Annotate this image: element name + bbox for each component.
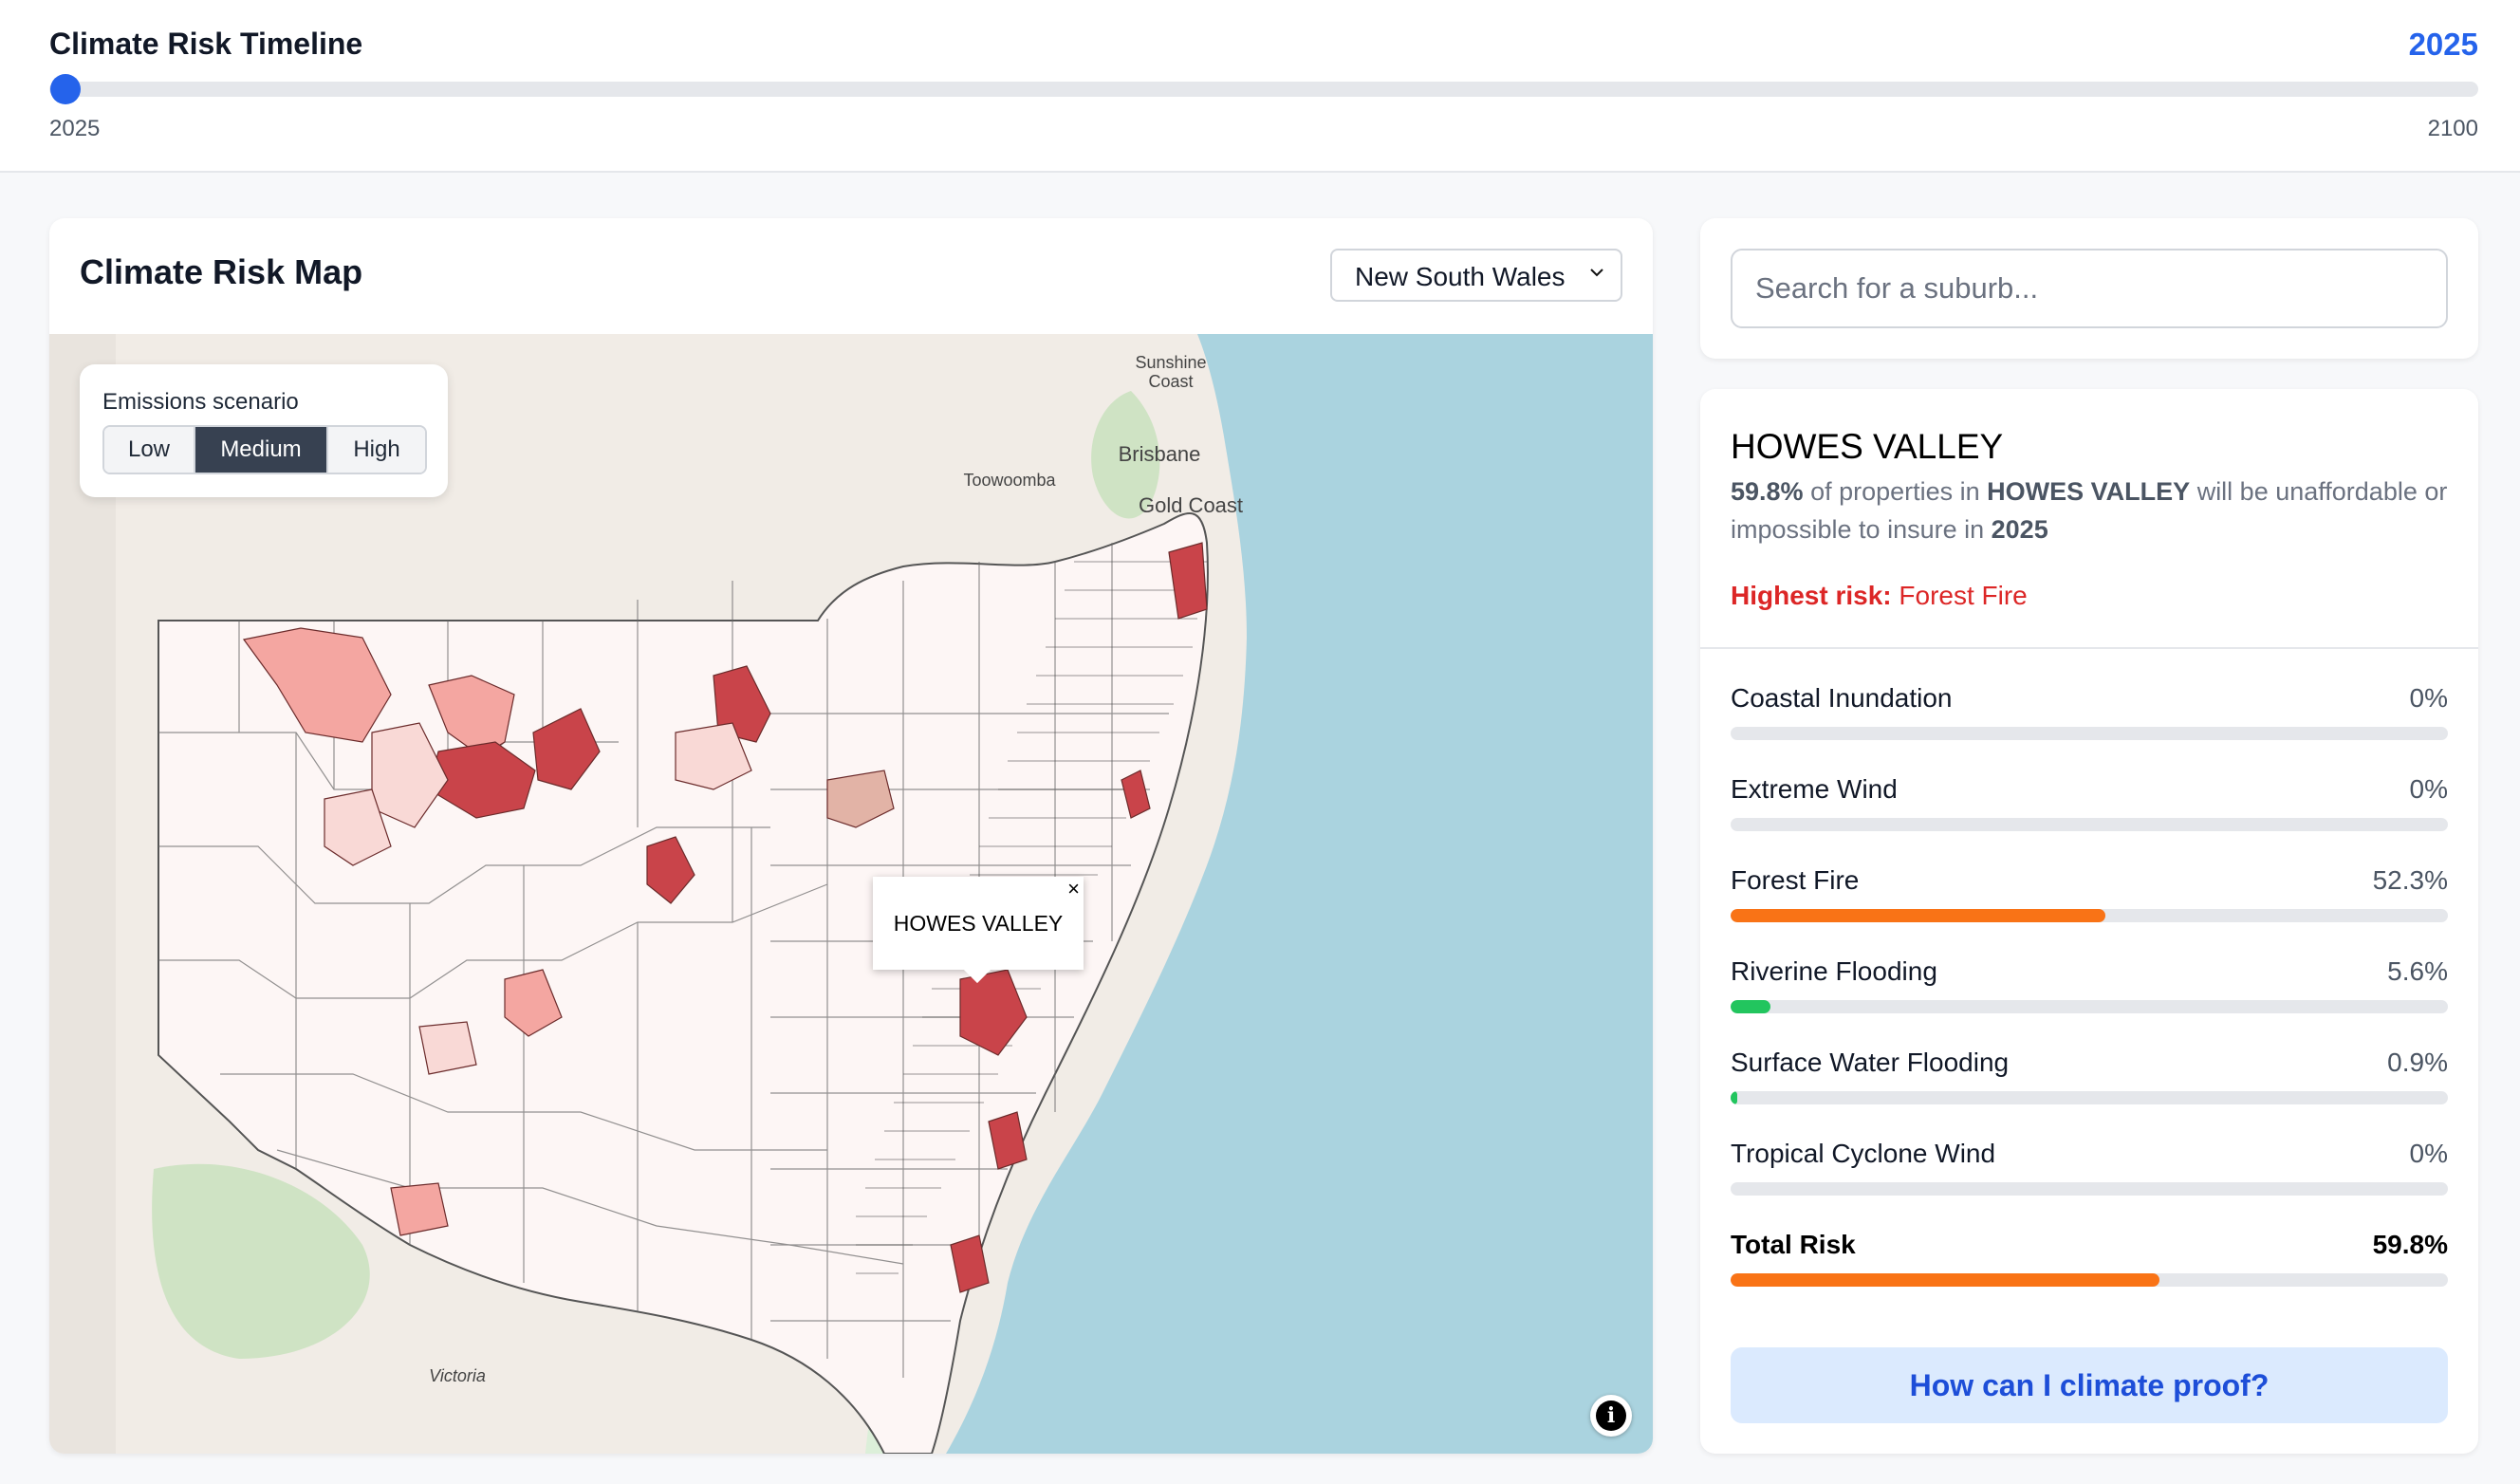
risk-row: Forest Fire 52.3% bbox=[1731, 865, 2448, 932]
suburb-detail-card: HOWES VALLEY 59.8% of properties in HOWE… bbox=[1700, 389, 2478, 1454]
inland-dry-region bbox=[49, 334, 116, 1454]
year-slider-thumb[interactable] bbox=[50, 74, 81, 104]
suburb-popup: HOWES VALLEY × bbox=[873, 877, 1084, 984]
climate-proof-button[interactable]: How can I climate proof? bbox=[1731, 1347, 2448, 1423]
risk-row: Extreme Wind 0% bbox=[1731, 774, 2448, 841]
search-card bbox=[1700, 218, 2478, 359]
risk-pct: 0% bbox=[2409, 1139, 2448, 1168]
emissions-low-button[interactable]: Low bbox=[104, 427, 195, 473]
risk-name: Forest Fire bbox=[1731, 865, 1860, 895]
risk-row: Riverine Flooding 5.6% bbox=[1731, 956, 2448, 1023]
risk-row: Tropical Cyclone Wind 0% bbox=[1731, 1139, 2448, 1205]
risk-bar-fill bbox=[1731, 909, 2106, 922]
summary-text-1: of properties in bbox=[1803, 477, 1988, 506]
slider-min-label: 2025 bbox=[49, 116, 101, 141]
total-risk-pct: 59.8% bbox=[2372, 1230, 2448, 1259]
total-risk-label: Total Risk bbox=[1731, 1230, 1856, 1259]
highest-risk: Highest risk: Forest Fire bbox=[1731, 581, 2028, 611]
popup-close-icon[interactable]: × bbox=[1067, 879, 1080, 900]
popup-suburb-name: HOWES VALLEY bbox=[893, 910, 1064, 936]
emissions-scenario-control: Emissions scenario Low Medium High bbox=[80, 364, 448, 497]
risk-row: Coastal Inundation 0% bbox=[1731, 683, 2448, 750]
place-label-coast: Coast bbox=[1148, 372, 1193, 391]
risk-bar-track bbox=[1731, 1000, 2448, 1013]
risk-bar-track bbox=[1731, 818, 2448, 831]
risk-name: Tropical Cyclone Wind bbox=[1731, 1139, 1996, 1168]
place-label-victoria: Victoria bbox=[429, 1366, 486, 1385]
emissions-medium-button[interactable]: Medium bbox=[195, 427, 328, 473]
risk-bar-fill bbox=[1731, 1000, 1771, 1013]
place-label-sunshine: Sunshine bbox=[1135, 353, 1206, 372]
total-risk-bar-track bbox=[1731, 1273, 2448, 1287]
risk-pct: 0% bbox=[2409, 683, 2448, 713]
map-title: Climate Risk Map bbox=[80, 252, 363, 291]
suburb-search-input[interactable] bbox=[1731, 249, 2448, 328]
summary-pct: 59.8% bbox=[1731, 477, 1804, 506]
place-label-brisbane: Brisbane bbox=[1119, 442, 1201, 466]
timeline-current-year: 2025 bbox=[2408, 27, 2478, 62]
emissions-high-button[interactable]: High bbox=[328, 427, 425, 473]
timeline-panel: Climate Risk Timeline 2025 2025 2100 bbox=[0, 0, 2520, 173]
map-canvas: Sunshine Coast Brisbane Gold Coast Toowo… bbox=[49, 334, 1653, 1454]
total-risk-bar-fill bbox=[1731, 1273, 2160, 1287]
summary-suburb: HOWES VALLEY bbox=[1987, 477, 2191, 506]
risk-bar-fill bbox=[1731, 1091, 1737, 1104]
slider-max-label: 2100 bbox=[2427, 116, 2478, 141]
risk-name: Riverine Flooding bbox=[1731, 956, 1937, 986]
place-label-gold-coast: Gold Coast bbox=[1139, 493, 1243, 517]
suburb-title: HOWES VALLEY bbox=[1731, 427, 2004, 466]
map-info-button[interactable]: i bbox=[1590, 1395, 1632, 1437]
highest-risk-value: Forest Fire bbox=[1899, 581, 2028, 610]
risk-name: Surface Water Flooding bbox=[1731, 1048, 2010, 1077]
year-slider-track[interactable] bbox=[49, 82, 2478, 97]
emissions-scenario-label: Emissions scenario bbox=[102, 389, 299, 415]
divider bbox=[1700, 647, 2478, 649]
risk-area-mid bbox=[390, 1182, 449, 1236]
risk-pct: 52.3% bbox=[2372, 865, 2448, 895]
risk-bar-track bbox=[1731, 909, 2448, 922]
risk-map[interactable]: Sunshine Coast Brisbane Gold Coast Toowo… bbox=[49, 334, 1653, 1454]
risk-summary: 59.8% of properties in HOWES VALLEY will… bbox=[1731, 473, 2452, 548]
risk-area-mid bbox=[418, 1021, 477, 1075]
place-label-toowoomba: Toowoomba bbox=[963, 471, 1056, 490]
state-select[interactable]: New South Wales bbox=[1330, 249, 1622, 302]
state-select-value: New South Wales bbox=[1355, 262, 1566, 291]
risk-pct: 0% bbox=[2409, 774, 2448, 804]
emissions-toggle-group: Low Medium High bbox=[102, 425, 427, 474]
climate-risk-map-card: Climate Risk Map New South Wales Sunshin… bbox=[49, 218, 1653, 1454]
risk-name: Extreme Wind bbox=[1731, 774, 1898, 804]
chevron-down-icon bbox=[1590, 269, 1603, 277]
risk-bar-track bbox=[1731, 1091, 2448, 1104]
info-icon: i bbox=[1596, 1401, 1626, 1431]
risk-pct: 5.6% bbox=[2387, 956, 2448, 986]
risk-bar-track bbox=[1731, 1182, 2448, 1196]
risk-name: Coastal Inundation bbox=[1731, 683, 1953, 713]
highest-risk-label: Highest risk: bbox=[1731, 581, 1892, 610]
total-risk-row: Total Risk 59.8% bbox=[1731, 1230, 2448, 1296]
risk-pct: 0.9% bbox=[2387, 1048, 2448, 1077]
summary-year: 2025 bbox=[1991, 515, 2048, 544]
risk-row: Surface Water Flooding 0.9% bbox=[1731, 1048, 2448, 1114]
timeline-title: Climate Risk Timeline bbox=[49, 27, 363, 61]
risk-bar-track bbox=[1731, 727, 2448, 740]
